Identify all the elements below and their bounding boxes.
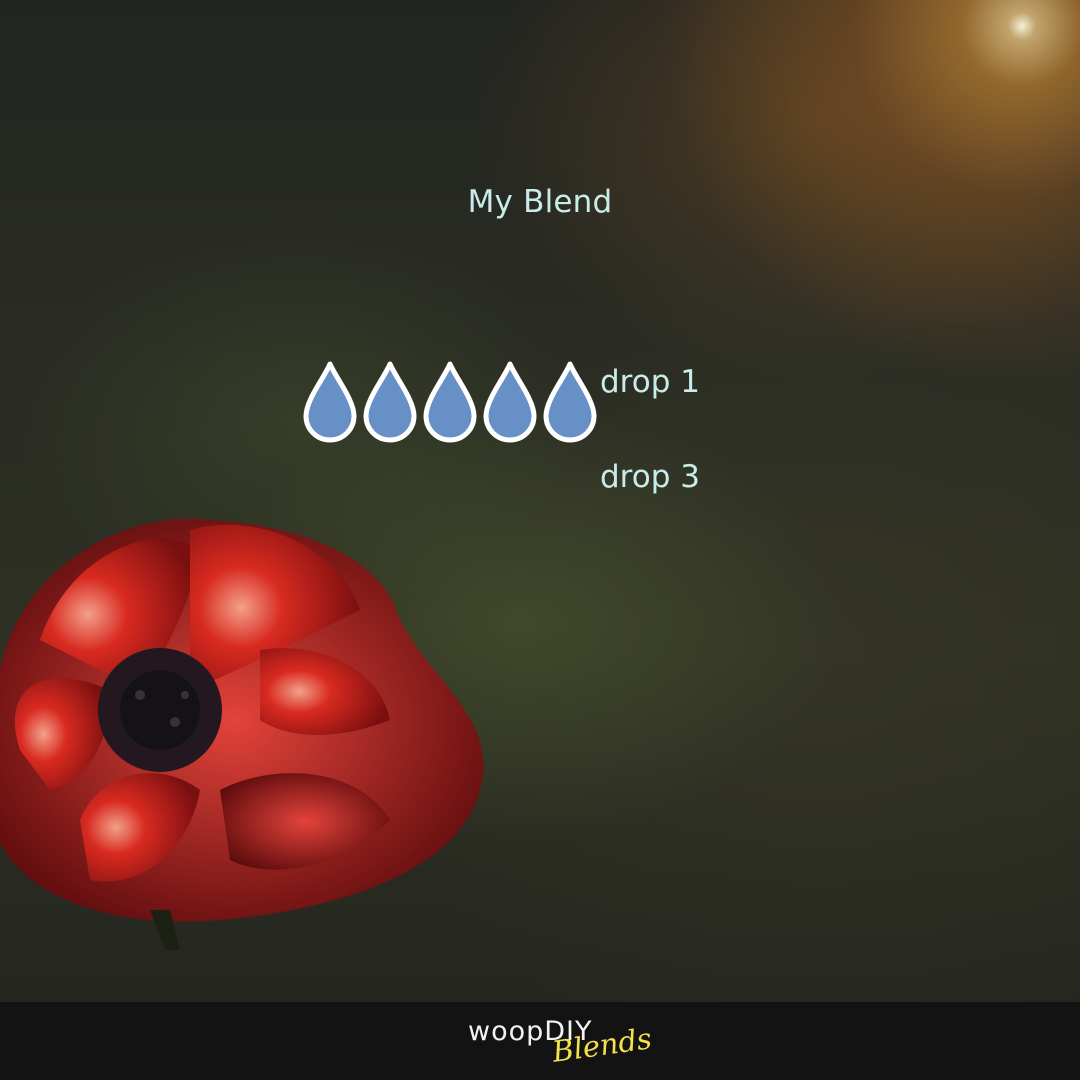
drop-icon xyxy=(483,361,537,443)
drop-icon xyxy=(363,361,417,443)
footer-bar: woopDIY Blends xyxy=(0,1002,1080,1080)
drop-icon xyxy=(303,361,357,443)
blend-title: My Blend xyxy=(467,184,613,220)
drop-label-2: drop 3 xyxy=(600,459,700,495)
red-flower-image xyxy=(0,518,484,950)
drop-icon xyxy=(423,361,477,443)
drop-icon xyxy=(543,361,597,443)
drop-label-1: drop 1 xyxy=(600,364,700,400)
drop-row xyxy=(302,360,598,444)
